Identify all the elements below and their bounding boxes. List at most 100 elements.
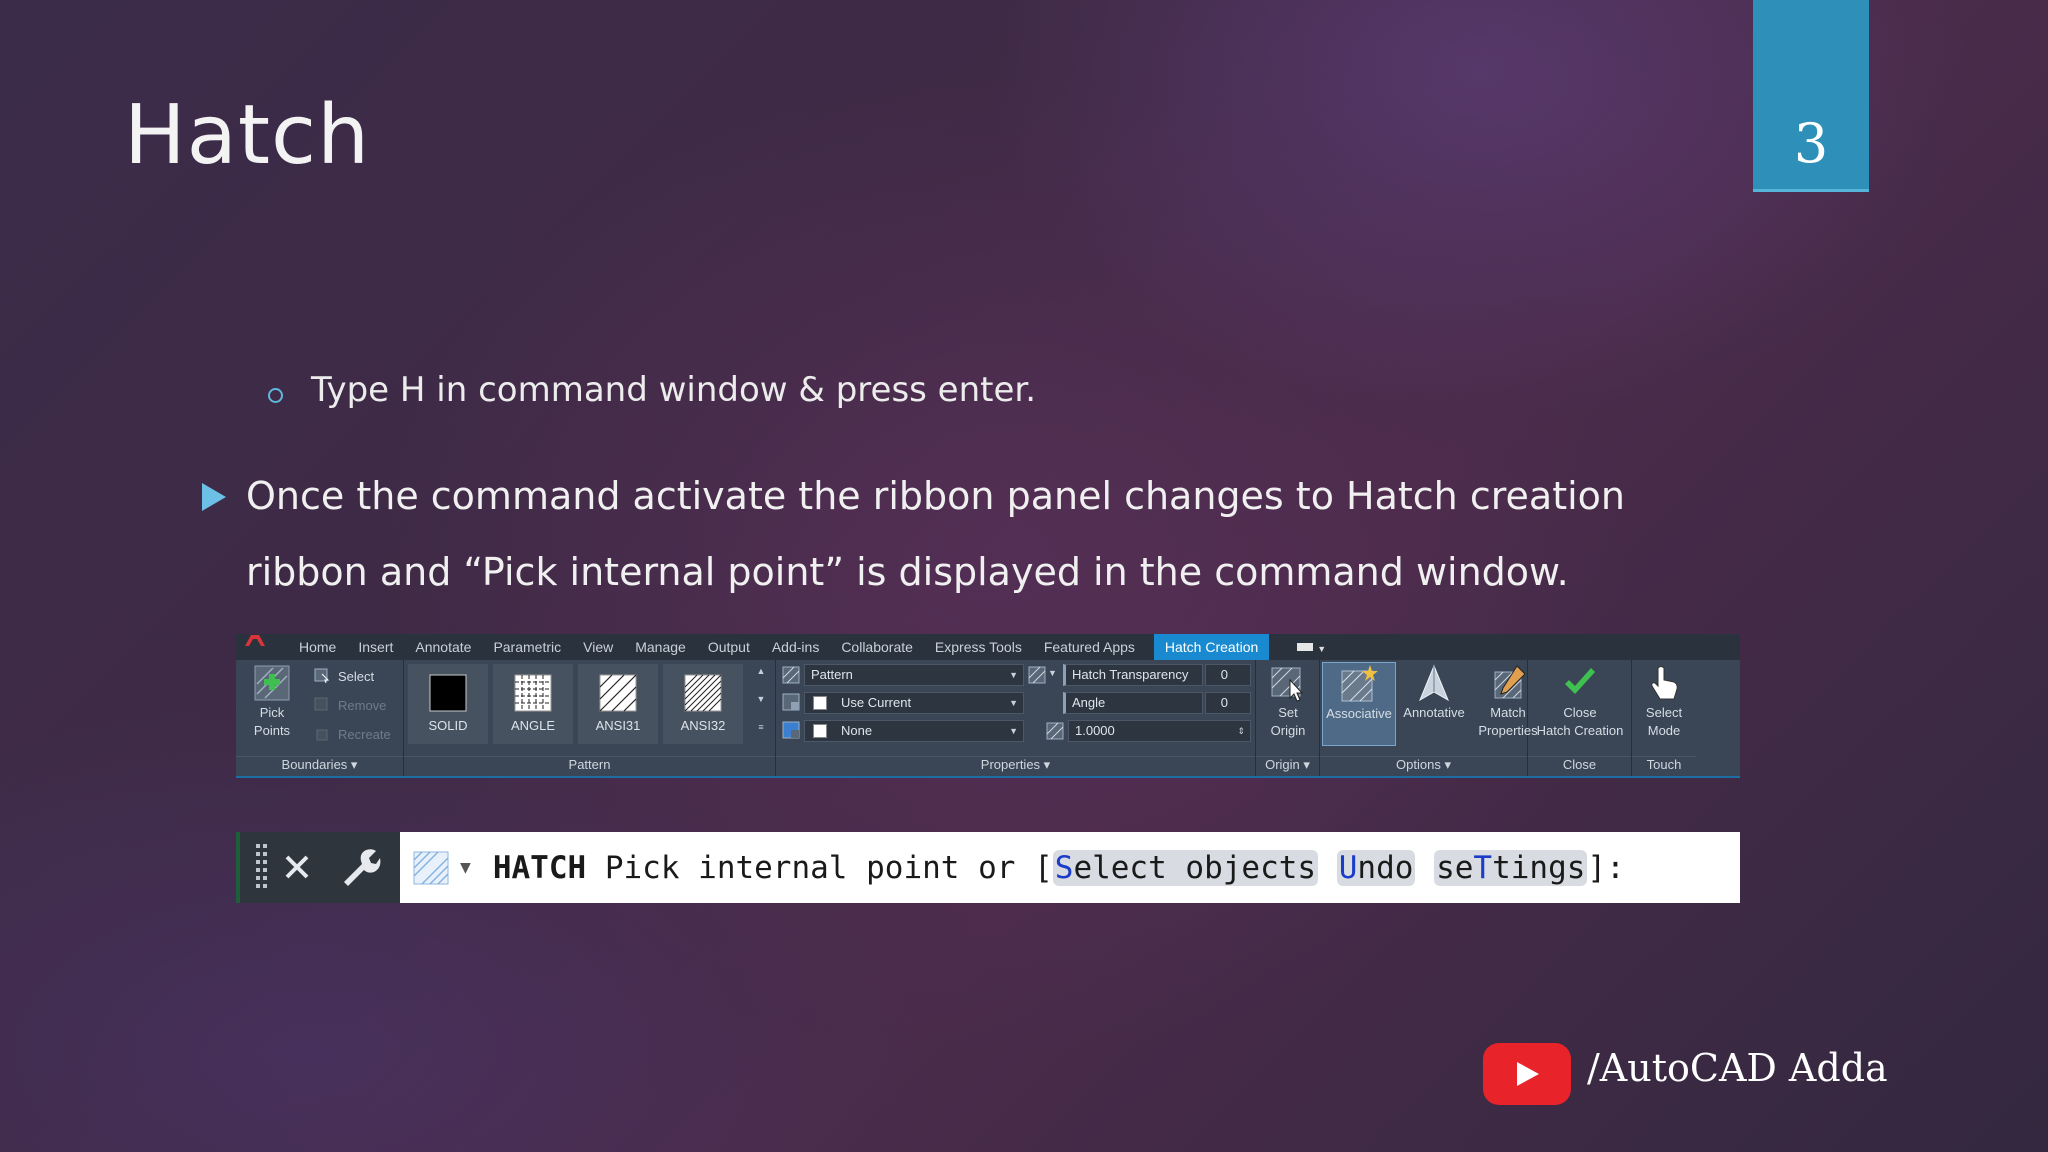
recreate-boundary-button[interactable]: Recreate bbox=[314, 726, 391, 742]
properties-panel-label[interactable]: Properties ▾ bbox=[776, 756, 1255, 774]
ansi31-pattern-icon bbox=[599, 674, 637, 712]
autocad-logo-icon[interactable] bbox=[244, 634, 272, 650]
hatch-icon[interactable] bbox=[412, 849, 452, 887]
tab-view[interactable]: View bbox=[572, 634, 624, 660]
remove-boundary-label: Remove bbox=[338, 697, 387, 713]
options-panel-label[interactable]: Options ▾ bbox=[1320, 756, 1527, 774]
close-panel-label: Close bbox=[1528, 756, 1631, 774]
triangle-bullet-icon bbox=[202, 483, 226, 511]
command-input[interactable]: ▼ HATCH Pick internal point or [Select o… bbox=[400, 832, 1740, 903]
command-name: HATCH bbox=[492, 849, 587, 886]
touch-panel-label: Touch bbox=[1632, 756, 1696, 774]
main-bullet: Once the command activate the ribbon pan… bbox=[202, 458, 1702, 610]
tab-collaborate[interactable]: Collaborate bbox=[830, 634, 924, 660]
angle-pattern-icon bbox=[514, 674, 552, 712]
command-dropdown-icon[interactable]: ▼ bbox=[460, 857, 471, 878]
option-undo[interactable]: Undo bbox=[1336, 849, 1416, 886]
hatch-scale-icon bbox=[1046, 722, 1064, 740]
boundaries-panel: Pick Points Select Remove Recreate Bound… bbox=[236, 660, 404, 776]
hatch-scale-field[interactable]: 1.0000 ⇕ bbox=[1068, 720, 1251, 742]
select-mode-label-2: Mode bbox=[1647, 723, 1681, 738]
set-origin-label: Set bbox=[1278, 705, 1298, 720]
match-properties-icon bbox=[1494, 665, 1526, 699]
select-mode-button[interactable]: Select Mode bbox=[1634, 664, 1694, 740]
drag-handle-icon[interactable] bbox=[254, 842, 270, 892]
boundaries-panel-label[interactable]: Boundaries ▾ bbox=[236, 756, 403, 774]
slide-title: Hatch bbox=[124, 88, 371, 183]
hatch-transparency-value[interactable]: 0 bbox=[1205, 664, 1251, 686]
close-hatch-label-2: Hatch Creation bbox=[1536, 723, 1624, 738]
slide-number: 3 bbox=[1793, 112, 1829, 175]
touch-panel: Select Mode Touch bbox=[1632, 660, 1738, 776]
tab-manage[interactable]: Manage bbox=[624, 634, 697, 660]
select-boundary-label: Select bbox=[338, 668, 375, 684]
background-color-icon bbox=[782, 721, 800, 739]
angle-value[interactable]: 0 bbox=[1205, 692, 1251, 714]
properties-panel: Pattern ▼ Use Current ▼ None ▼ ▼ Hatch Tran… bbox=[776, 660, 1256, 776]
command-suffix: ]: bbox=[1587, 849, 1625, 886]
associative-button[interactable]: Associative bbox=[1322, 662, 1396, 746]
hatch-type-icon bbox=[782, 666, 800, 684]
hatch-color-dropdown[interactable]: Use Current ▼ bbox=[804, 692, 1024, 714]
pattern-scroll-up-button[interactable]: ▲ bbox=[754, 666, 768, 688]
main-bullet-text: Once the command activate the ribbon pan… bbox=[246, 474, 1625, 594]
pattern-tile[interactable]: ANSI32 bbox=[663, 664, 743, 744]
channel-watermark: /AutoCAD Adda bbox=[1587, 1046, 1888, 1090]
origin-panel-label[interactable]: Origin ▾ bbox=[1256, 756, 1319, 774]
sub-bullet: Type H in command window & press enter. bbox=[268, 370, 1036, 410]
recreate-boundary-icon bbox=[316, 729, 328, 741]
pattern-expand-button[interactable]: ≡ bbox=[754, 722, 768, 744]
close-icon[interactable] bbox=[284, 854, 310, 880]
hatch-type-dropdown[interactable]: Pattern ▼ bbox=[804, 664, 1024, 686]
pattern-tile[interactable]: ANSI31 bbox=[578, 664, 658, 744]
options-panel: Associative Annotative Match Properties … bbox=[1320, 660, 1538, 776]
command-line: ▼ HATCH Pick internal point or [Select o… bbox=[236, 832, 1740, 903]
option-select-objects[interactable]: Select objects bbox=[1052, 849, 1319, 886]
hatch-ribbon: Home Insert Annotate Parametric View Manage Ou… bbox=[236, 634, 1740, 778]
background-color-dropdown[interactable]: None ▼ bbox=[804, 720, 1024, 742]
pattern-tile-label: ANSI32 bbox=[680, 718, 726, 733]
hatch-transparency-field[interactable]: Hatch Transparency bbox=[1063, 664, 1203, 686]
tab-hatch-creation[interactable]: Hatch Creation bbox=[1153, 634, 1270, 660]
tab-insert[interactable]: Insert bbox=[347, 634, 404, 660]
pattern-tile[interactable]: ANGLE bbox=[493, 664, 573, 744]
set-origin-label-2: Origin bbox=[1270, 723, 1306, 738]
circle-bullet-icon bbox=[268, 387, 283, 403]
tab-overflow-icon[interactable]: ▼ bbox=[1297, 642, 1326, 654]
pattern-panel: SOLID ANGLE ANSI31 ANSI32 ▲ ▼ ≡ Pattern bbox=[404, 660, 776, 776]
select-boundary-button[interactable]: Select bbox=[314, 668, 374, 684]
slide-number-box: 3 bbox=[1753, 0, 1869, 192]
annotative-label: Annotative bbox=[1403, 705, 1465, 720]
match-properties-label: Match bbox=[1490, 705, 1526, 720]
hand-pointer-icon bbox=[1651, 666, 1678, 700]
set-origin-button[interactable]: Set Origin bbox=[1260, 664, 1316, 740]
tab-annotate[interactable]: Annotate bbox=[404, 634, 482, 660]
sub-bullet-text: Type H in command window & press enter. bbox=[311, 370, 1037, 410]
transparency-caret-icon[interactable]: ▼ bbox=[1048, 668, 1057, 678]
pattern-tile[interactable]: SOLID bbox=[408, 664, 488, 744]
tab-featured-apps[interactable]: Featured Apps bbox=[1033, 634, 1146, 660]
tab-parametric[interactable]: Parametric bbox=[482, 634, 572, 660]
close-panel: Close Hatch Creation Close bbox=[1528, 660, 1632, 776]
pick-points-icon bbox=[254, 665, 290, 701]
command-prompt: Pick internal point or [ bbox=[586, 849, 1053, 886]
pattern-scroll-down-button[interactable]: ▼ bbox=[754, 694, 768, 716]
tab-output[interactable]: Output bbox=[697, 634, 761, 660]
recreate-boundary-label: Recreate bbox=[338, 726, 391, 742]
close-hatch-creation-button[interactable]: Close Hatch Creation bbox=[1530, 664, 1630, 740]
pick-points-button[interactable]: Pick Points bbox=[240, 664, 304, 740]
angle-field[interactable]: Angle bbox=[1063, 692, 1203, 714]
pattern-tile-label: ANSI31 bbox=[595, 718, 641, 733]
solid-pattern-icon bbox=[429, 674, 467, 712]
annotative-button[interactable]: Annotative bbox=[1398, 664, 1470, 722]
option-settings[interactable]: seTtings bbox=[1434, 849, 1588, 886]
pick-points-label: Pick Points bbox=[253, 705, 291, 738]
wrench-icon[interactable] bbox=[340, 846, 382, 888]
tab-express-tools[interactable]: Express Tools bbox=[924, 634, 1033, 660]
tab-home[interactable]: Home bbox=[288, 634, 347, 660]
remove-boundary-button[interactable]: Remove bbox=[314, 697, 386, 713]
tab-add-ins[interactable]: Add-ins bbox=[761, 634, 830, 660]
close-hatch-label: Close bbox=[1563, 705, 1597, 720]
youtube-logo-icon bbox=[1483, 1043, 1571, 1105]
transparency-icon bbox=[1028, 666, 1046, 684]
